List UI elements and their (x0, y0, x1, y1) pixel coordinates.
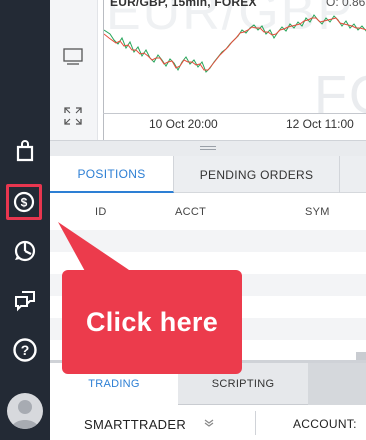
account-label: ACCOUNT: (293, 417, 357, 431)
chart-ohlc: O: 0.8650 (326, 0, 366, 9)
table-row (50, 230, 366, 252)
fullscreen-icon[interactable] (63, 106, 83, 131)
shopping-bag-icon[interactable] (9, 135, 41, 167)
status-bar: SMARTTRADER ACCOUNT: (50, 405, 366, 440)
chevron-down-icon[interactable] (204, 417, 214, 430)
positions-table-header: ID ACCT SYM (50, 194, 366, 230)
panel-splitter[interactable] (50, 140, 366, 156)
tab-pending-orders[interactable]: PENDING ORDERS (174, 156, 340, 193)
divider (255, 411, 256, 435)
column-header-acct[interactable]: ACCT (175, 206, 206, 218)
column-header-sym[interactable]: SYM (305, 206, 330, 218)
callout-text: Click here (85, 306, 219, 337)
positions-tabbar: POSITIONS PENDING ORDERS (50, 156, 366, 193)
dollar-cycle-icon[interactable]: $ (6, 184, 42, 220)
chart-title: EUR/GBP, 15min, FOREX (110, 0, 257, 9)
tab-positions[interactable]: POSITIONS (50, 156, 174, 193)
brand-selector[interactable]: SMARTTRADER (84, 417, 186, 432)
avatar[interactable] (7, 393, 43, 429)
time-tick: 12 Oct 11:00 (286, 117, 354, 131)
chart-toolbar (50, 0, 98, 140)
chart-panel: EUR/GBP FO EUR/GBP, 15min, FOREX O: 0.86… (50, 0, 366, 150)
tab-placeholder (308, 363, 366, 405)
price-series (104, 14, 366, 73)
time-tick: 10 Oct 20:00 (149, 117, 218, 131)
svg-text:?: ? (21, 342, 30, 358)
time-axis: 10 Oct 20:00 12 Oct 11:00 (103, 113, 366, 137)
left-sidebar: $ ? (0, 0, 50, 440)
help-icon[interactable]: ? (9, 334, 41, 366)
grip-icon (200, 146, 216, 147)
pie-chart-icon[interactable] (9, 235, 41, 267)
callout-box: Click here (62, 270, 242, 374)
chat-icon[interactable] (9, 285, 41, 317)
monitor-icon[interactable] (63, 48, 83, 71)
svg-text:$: $ (21, 196, 28, 210)
column-header-id[interactable]: ID (95, 206, 107, 218)
